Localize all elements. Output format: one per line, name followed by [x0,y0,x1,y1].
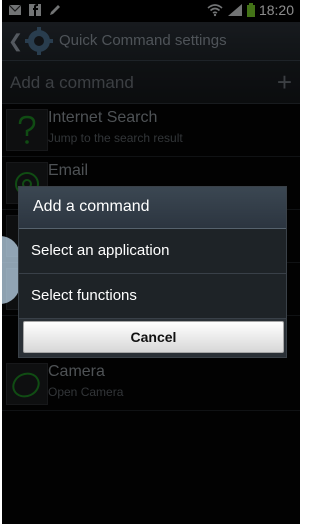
option-label: Select functions [31,287,137,304]
add-command-dialog: Add a command Select an application Sele… [18,186,287,358]
option-label: Select an application [31,242,170,259]
dialog-footer: Cancel [19,319,286,357]
cancel-button[interactable]: Cancel [23,321,284,353]
dialog-title-bar: Add a command [19,187,286,229]
select-functions-option[interactable]: Select functions [19,274,286,319]
dialog-title: Add a command [33,198,150,215]
select-application-option[interactable]: Select an application [19,229,286,274]
screen: 18:20 ❮ Quick Command settings Add a com… [2,0,300,524]
